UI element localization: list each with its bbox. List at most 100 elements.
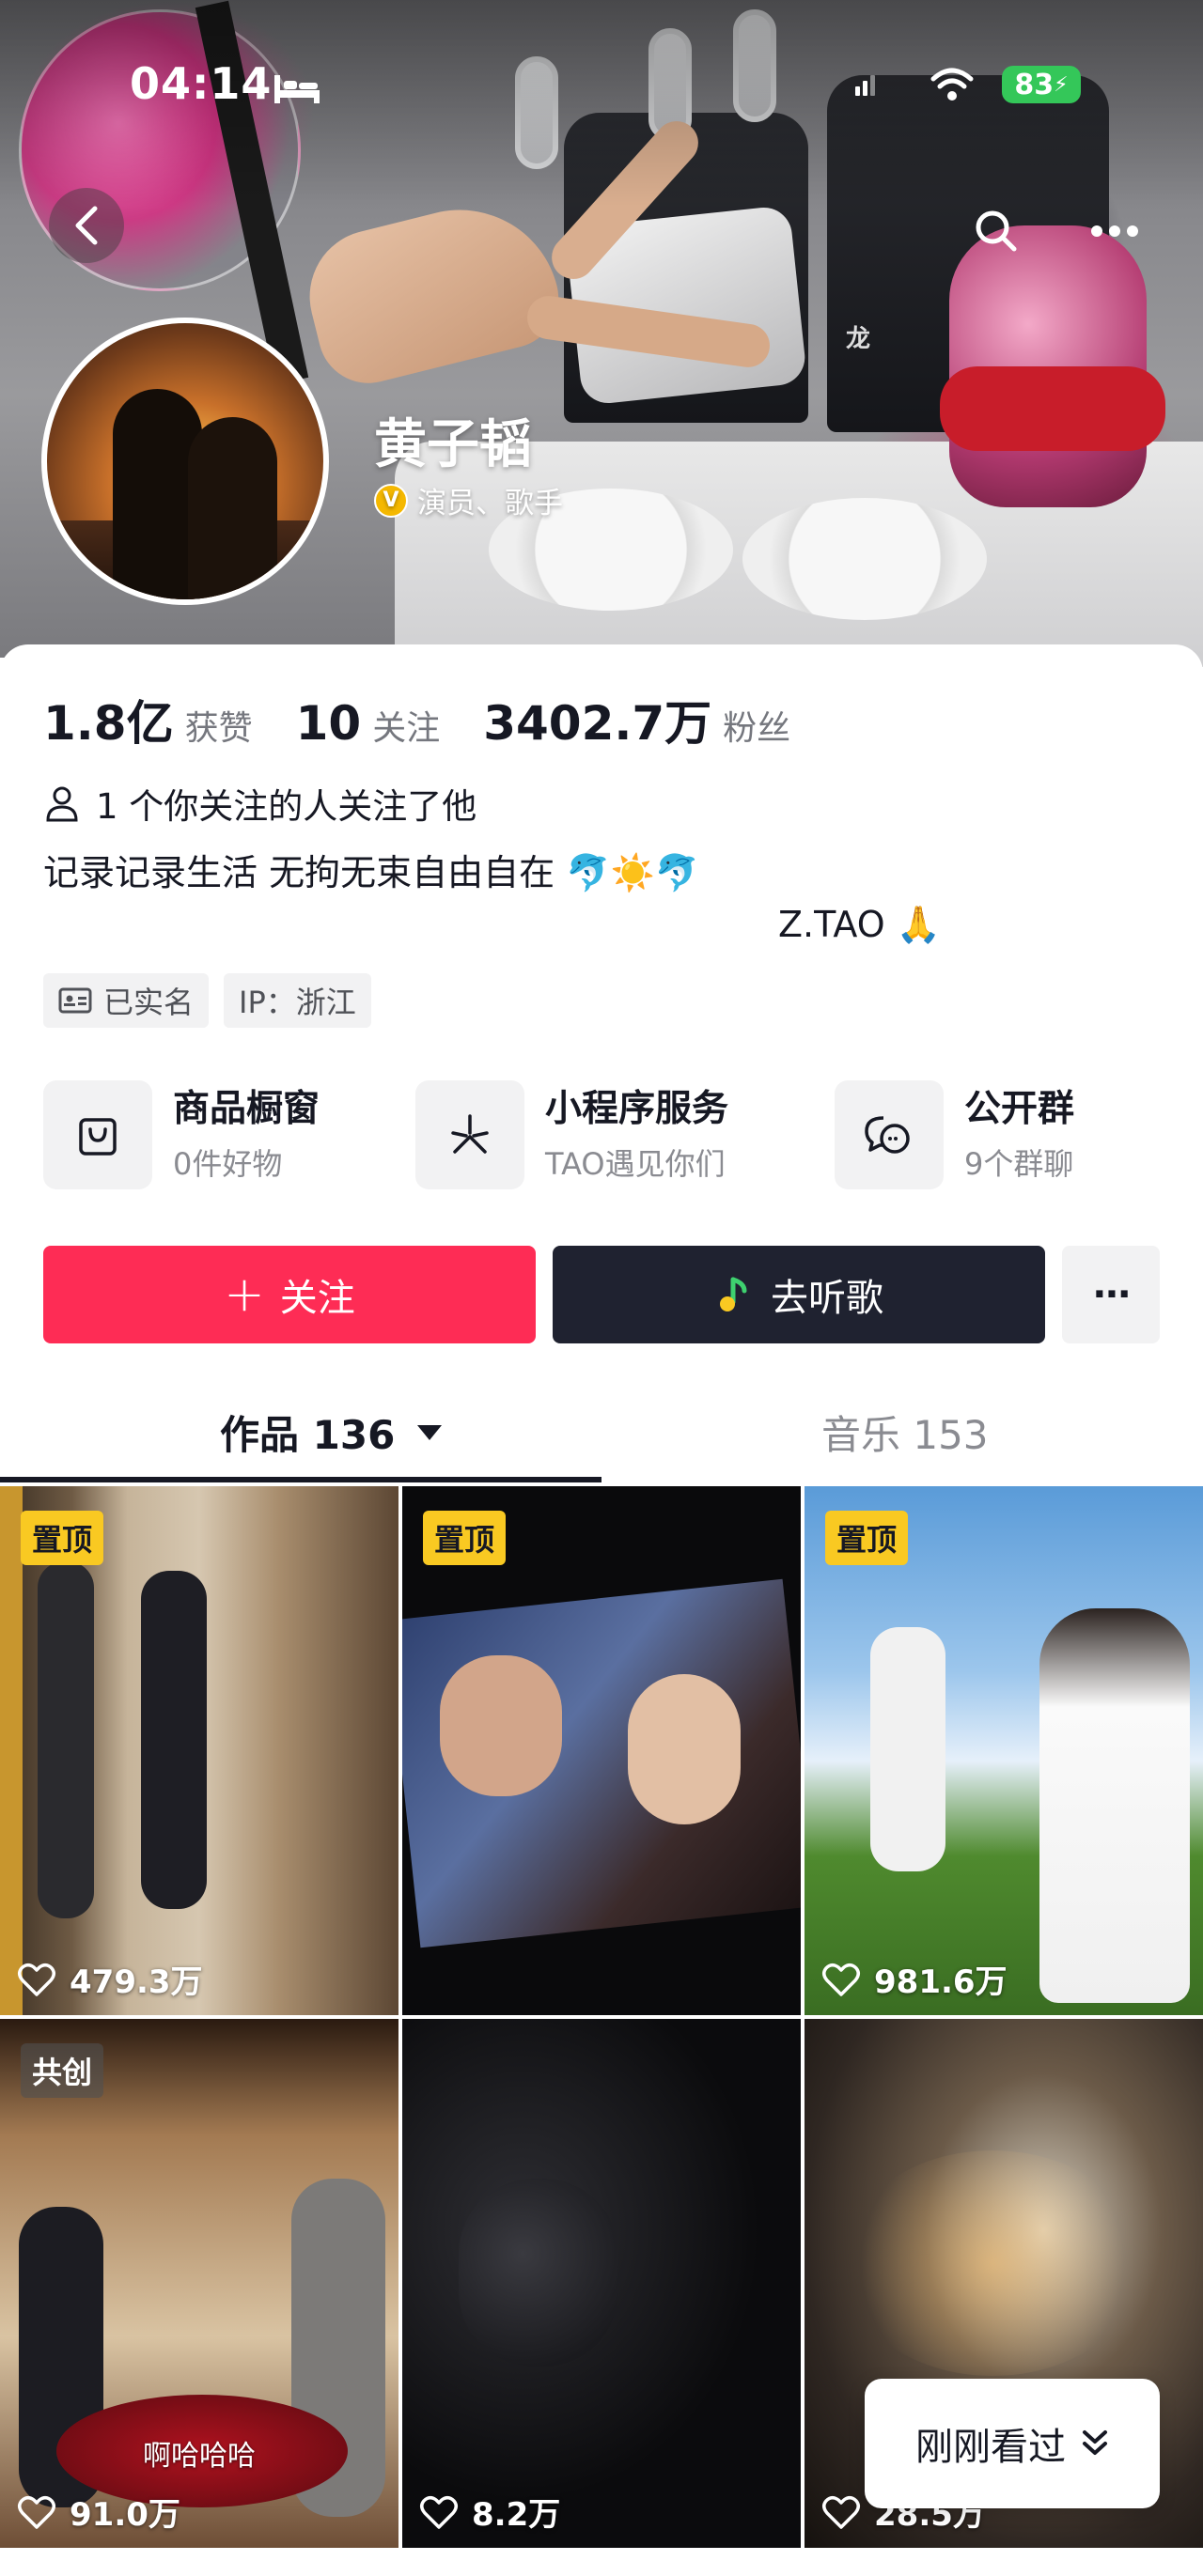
pinned-badge: 置顶 (825, 1511, 909, 1565)
mutual-follow-text: 1 个你关注的人关注了他 (96, 786, 477, 827)
service-icon-box (415, 1080, 524, 1189)
avatar[interactable] (41, 318, 329, 605)
service-icon-box (43, 1080, 152, 1189)
tab-works-label: 作品 136 (220, 1412, 396, 1458)
ip-location-tag: IP：浙江 (224, 973, 371, 1028)
avatar-silhouette (188, 417, 277, 599)
thumb-figure (870, 1627, 945, 1871)
signal-icon (855, 75, 875, 96)
bio-signature: Z.TAO 🙏 (778, 904, 942, 945)
service-public-group[interactable]: 公开群 9个群聊 (835, 1080, 1074, 1189)
mutual-follow-info[interactable]: 1 个你关注的人关注了他 (43, 778, 477, 829)
real-name-label: 已实名 (103, 985, 195, 1020)
more-actions-button[interactable]: ··· (1062, 1246, 1160, 1343)
shopping-bag-icon (79, 1118, 117, 1156)
bed-icon (274, 75, 320, 103)
video-tile[interactable]: 置顶 479.3万 (0, 1486, 398, 2015)
service-mini-program[interactable]: 小程序服务 TAO遇见你们 (415, 1080, 728, 1189)
service-text: 公开群 9个群聊 (964, 1086, 1074, 1185)
heart-icon (822, 1963, 860, 1996)
service-subtitle: 0件好物 (173, 1146, 283, 1183)
stat-followers[interactable]: 3402.7万 粉丝 (483, 686, 790, 753)
pinned-badge: 置顶 (21, 1511, 104, 1565)
double-chevron-down-icon (1083, 2430, 1107, 2455)
service-title: 公开群 (964, 1087, 1075, 1130)
caret-down-icon (417, 1424, 443, 1440)
service-title: 小程序服务 (545, 1087, 729, 1130)
like-count-value: 8.2万 (472, 2496, 561, 2534)
plus-icon: + (224, 1266, 265, 1323)
verified-badge-icon: V (374, 483, 408, 518)
listen-label: 去听歌 (771, 1277, 883, 1320)
thumb-figure (459, 2179, 618, 2367)
like-count-value: 981.6万 (874, 1963, 1008, 2001)
cover-brand-text: 龙 (846, 325, 871, 353)
tab-music[interactable]: 音乐 153 (821, 1404, 989, 1461)
video-caption: 啊哈哈哈 (143, 2440, 256, 2473)
real-name-tag: 已实名 (43, 973, 210, 1028)
recently-viewed-label: 刚刚看过 (915, 2426, 1066, 2469)
battery-level: 83 (1014, 68, 1055, 101)
thumb-dress (1039, 1608, 1190, 2003)
profile-info-card: 1.8亿 获赞 10 关注 3402.7万 粉丝 1 个你关注的人关注了他 记录… (0, 644, 1203, 1490)
thumb-figure (38, 1561, 94, 1918)
stats-row: 1.8亿 获赞 10 关注 3402.7万 粉丝 (43, 686, 834, 753)
like-count: 479.3万 (17, 1956, 203, 2002)
thumb-face (440, 1655, 562, 1796)
listen-music-button[interactable]: 去听歌 (553, 1246, 1045, 1343)
more-options-button[interactable] (1077, 194, 1152, 269)
user-icon (46, 786, 78, 822)
verification-info: V 演员、歌手 (374, 479, 563, 521)
active-tab-indicator (0, 1477, 602, 1482)
video-tile[interactable]: 置顶 981.6万 (805, 1486, 1203, 2015)
stat-label: 获赞 (184, 709, 253, 748)
like-count: 91.0万 (17, 2489, 180, 2535)
thumb-blur (842, 2150, 1143, 2376)
cover-plate (742, 498, 987, 620)
follow-label: 关注 (279, 1277, 355, 1320)
pinned-badge: 置顶 (423, 1511, 507, 1565)
cover-scarf (940, 366, 1165, 451)
id-card-icon (58, 987, 92, 1014)
music-note-icon (720, 1277, 747, 1311)
more-dots-icon: ··· (1092, 1273, 1132, 1316)
like-count-value: 479.3万 (70, 1963, 203, 2001)
video-tile[interactable]: 置顶 (402, 1486, 801, 2015)
follow-button[interactable]: + 关注 (43, 1246, 536, 1343)
service-subtitle: TAO遇见你们 (545, 1146, 726, 1183)
thumb-face (628, 1674, 741, 1824)
tab-works[interactable]: 作品 136 (220, 1404, 443, 1461)
back-button[interactable] (49, 188, 124, 263)
wifi-icon (930, 68, 974, 101)
cover-hand (295, 188, 570, 395)
more-dots-icon (1091, 225, 1138, 237)
thumb-figure (141, 1571, 207, 1909)
recently-viewed-button[interactable]: 刚刚看过 (865, 2379, 1160, 2508)
content-tabs: 作品 136 音乐 153 (0, 1372, 1203, 1484)
stat-value: 1.8亿 (43, 696, 174, 751)
search-icon (976, 210, 1017, 252)
service-icon-box (835, 1080, 944, 1189)
service-text: 小程序服务 TAO遇见你们 (545, 1086, 728, 1185)
video-tile[interactable]: 8.2万 (402, 2019, 801, 2548)
chevron-left-icon (75, 206, 98, 245)
co-create-badge: 共创 (21, 2043, 104, 2098)
service-shop-window[interactable]: 商品橱窗 0件好物 (43, 1080, 320, 1189)
service-subtitle: 9个群聊 (964, 1146, 1074, 1183)
stat-value: 10 (295, 696, 362, 751)
video-tile[interactable]: 共创 啊哈哈哈 91.0万 (0, 2019, 398, 2548)
heart-icon (18, 2495, 55, 2529)
status-time: 04:14 (130, 58, 273, 109)
mini-program-icon (451, 1114, 489, 1154)
heart-icon (420, 2495, 458, 2529)
like-count: 981.6万 (821, 1956, 1008, 2002)
bio-text: 记录记录生活 无拘无束自由自在 🐬☀️🐬 (43, 852, 700, 893)
stat-likes[interactable]: 1.8亿 获赞 (43, 686, 253, 753)
verification-label: 演员、歌手 (417, 487, 563, 520)
like-count: 8.2万 (419, 2489, 560, 2535)
stat-label: 粉丝 (723, 709, 791, 748)
thumb-door (0, 1486, 23, 2015)
search-button[interactable] (959, 194, 1034, 269)
group-chat-icon (865, 1116, 910, 1154)
stat-following[interactable]: 10 关注 (296, 696, 441, 751)
